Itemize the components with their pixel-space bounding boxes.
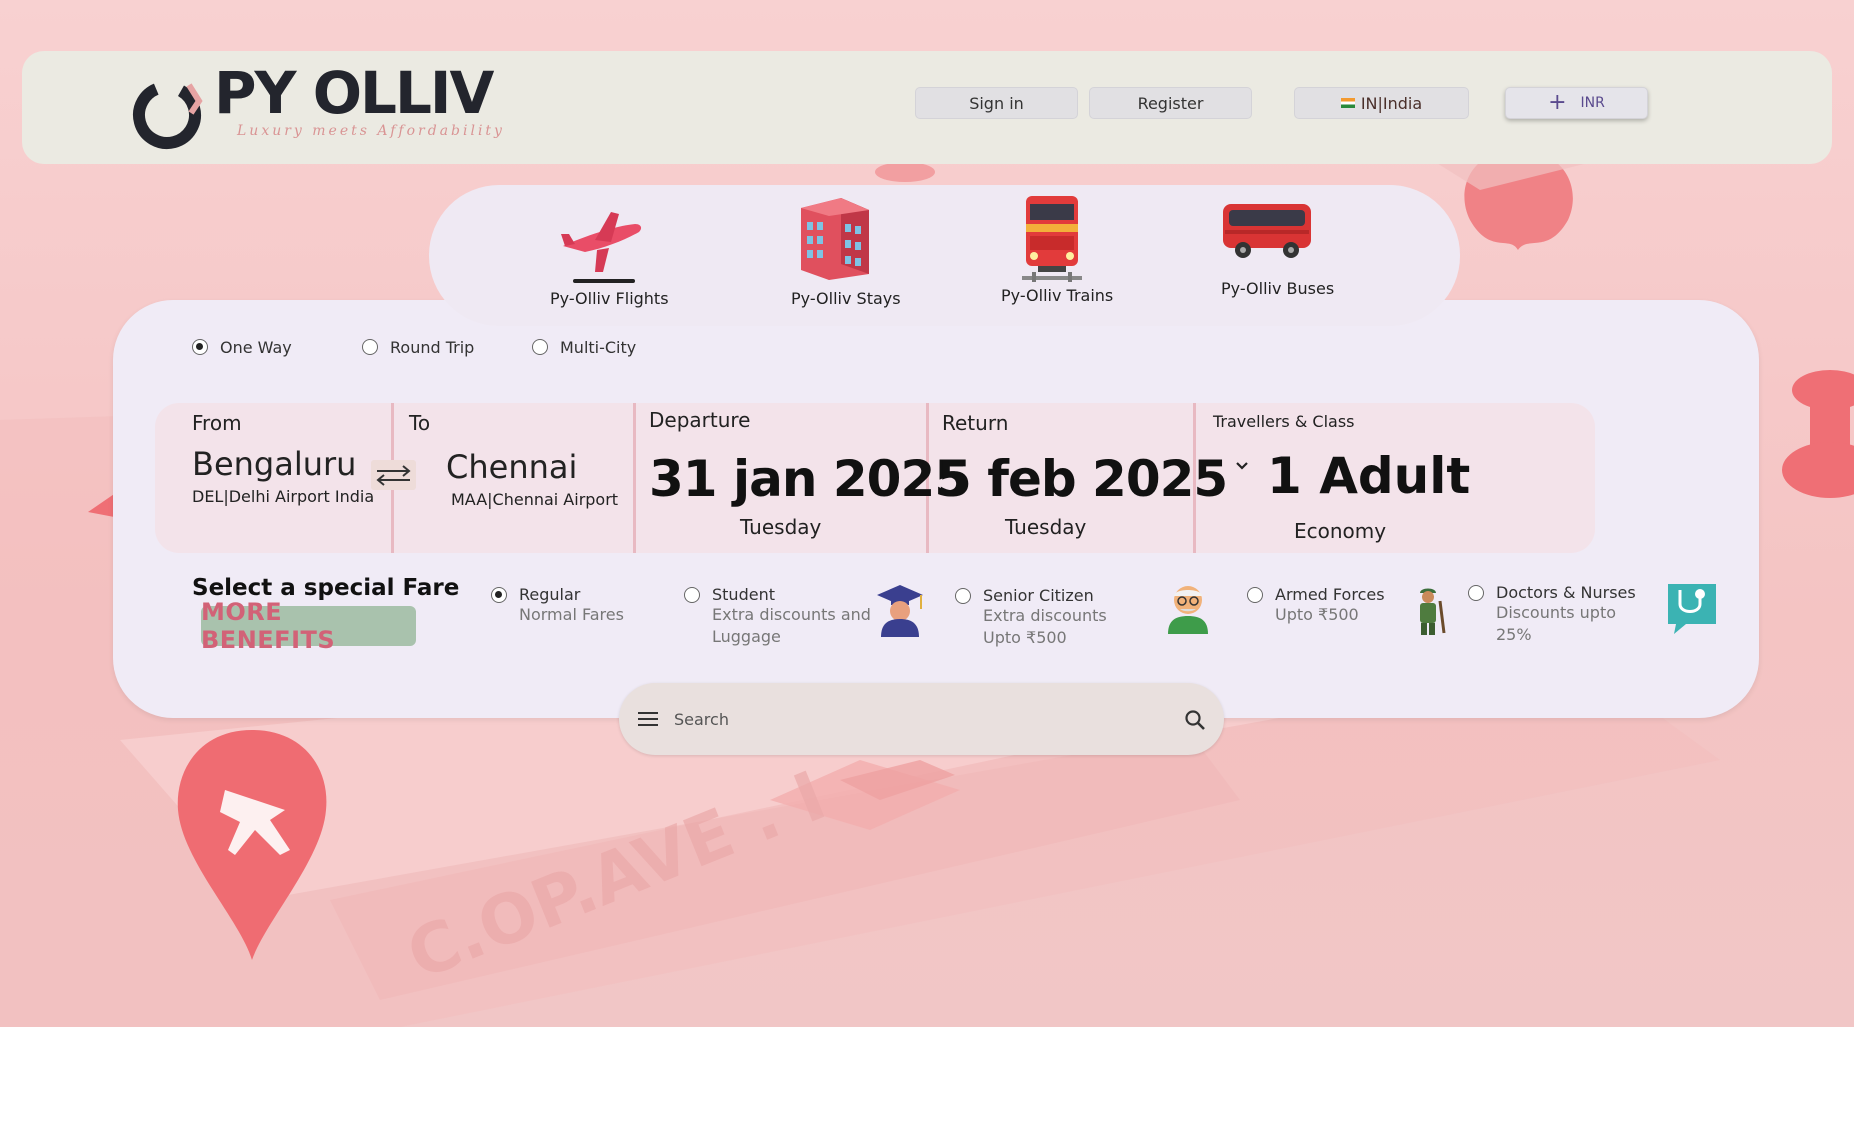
- to-city: Chennai: [446, 448, 578, 486]
- bus-icon: [1223, 204, 1311, 258]
- trip-one-way[interactable]: One Way: [192, 336, 292, 358]
- round-trip-radio[interactable]: [362, 339, 378, 355]
- chevron-down-icon[interactable]: [1234, 460, 1250, 472]
- fare-student-desc: Extra discounts and Luggage: [712, 605, 871, 646]
- fare-doctors-desc: Discounts upto 25%: [1496, 603, 1617, 644]
- brand-logo-icon: [133, 81, 203, 149]
- travellers-value: 1 Adult: [1267, 447, 1471, 505]
- graduate-icon: [877, 585, 923, 637]
- language-selector[interactable]: IN|India: [1294, 87, 1469, 119]
- regular-radio[interactable]: [491, 587, 507, 603]
- divider: [633, 403, 636, 553]
- one-way-radio[interactable]: [192, 339, 208, 355]
- fare-armed-title: Armed Forces: [1275, 585, 1385, 604]
- search-bar: [619, 683, 1224, 755]
- armed-forces-radio[interactable]: [1247, 587, 1263, 603]
- register-button[interactable]: Register: [1089, 87, 1252, 119]
- more-benefits-button[interactable]: MORE BENEFITS: [201, 598, 416, 654]
- service-stays-label: Py-Olliv Stays: [791, 289, 901, 308]
- plus-icon: +: [1548, 90, 1567, 115]
- currency-label: INR: [1580, 95, 1605, 111]
- menu-icon[interactable]: [638, 711, 658, 727]
- one-way-label: One Way: [220, 337, 292, 357]
- fare-regular-title: Regular: [519, 585, 581, 604]
- fare-student-title: Student: [712, 585, 775, 604]
- trip-multi-city[interactable]: Multi-City: [532, 336, 636, 358]
- service-stays[interactable]: Py-Olliv Stays: [780, 192, 905, 310]
- swap-button[interactable]: [371, 460, 416, 490]
- top-header: PY OLLIV Luxury meets Affordability Sign…: [22, 51, 1832, 164]
- service-trains-label: Py-Olliv Trains: [1001, 286, 1114, 305]
- senior-citizen-radio[interactable]: [955, 588, 971, 604]
- fare-doctors-text: Doctors & Nurses Discounts upto 25%: [1496, 583, 1646, 646]
- fare-regular-desc: Normal Fares: [519, 605, 624, 624]
- return-day: Tuesday: [1005, 515, 1087, 539]
- india-flag-icon: [1340, 98, 1355, 108]
- from-airport: DEL|Delhi Airport India: [192, 487, 375, 506]
- service-trains[interactable]: Py-Olliv Trains: [995, 192, 1120, 307]
- swap-arrows-icon: [376, 465, 411, 486]
- fare-senior-title: Senior Citizen: [983, 586, 1094, 605]
- currency-selector[interactable]: + INR: [1505, 87, 1648, 119]
- from-label: From: [192, 411, 242, 435]
- service-buses[interactable]: Py-Olliv Buses: [1215, 198, 1340, 303]
- multi-city-radio[interactable]: [532, 339, 548, 355]
- search-icon[interactable]: [1184, 709, 1206, 731]
- to-label: To: [409, 411, 431, 435]
- soldier-icon: [1420, 588, 1446, 635]
- round-trip-label: Round Trip: [390, 337, 475, 357]
- to-airport: MAA|Chennai Airport: [451, 490, 619, 509]
- fare-armed-forces-text: Armed Forces Upto ₹500: [1275, 585, 1385, 626]
- multi-city-label: Multi-City: [560, 337, 637, 357]
- train-icon: [1022, 196, 1082, 282]
- app-root: C.OP.AVE . I PY OLLIV Luxury meets Affor…: [0, 0, 1854, 1148]
- fare-student-text: Student Extra discounts and Luggage: [712, 585, 872, 648]
- trip-round-trip[interactable]: Round Trip: [362, 336, 474, 358]
- student-radio[interactable]: [684, 587, 700, 603]
- search-input[interactable]: [674, 705, 1154, 733]
- departure-label: Departure: [649, 408, 751, 432]
- airplane-icon: [561, 212, 642, 283]
- fare-doctors-title: Doctors & Nurses: [1496, 583, 1636, 602]
- register-label: Register: [1137, 93, 1204, 113]
- doctors-nurses-radio[interactable]: [1468, 585, 1484, 601]
- fare-armed-desc: Upto ₹500: [1275, 605, 1359, 624]
- travellers-label: Travellers & Class: [1213, 412, 1355, 431]
- from-city: Bengaluru: [192, 445, 357, 483]
- stethoscope-icon: [1668, 584, 1716, 634]
- fare-regular-text: Regular Normal Fares: [519, 585, 624, 626]
- departure-day: Tuesday: [740, 515, 822, 539]
- hotel-icon: [801, 198, 869, 280]
- return-date: 5 feb 2025: [937, 450, 1228, 508]
- service-flights-label: Py-Olliv Flights: [550, 289, 669, 308]
- senior-icon: [1168, 586, 1208, 634]
- fare-senior-citizen-text: Senior Citizen Extra discounts Upto ₹500: [983, 586, 1148, 649]
- sign-in-button[interactable]: Sign in: [915, 87, 1078, 119]
- brand-title: PY OLLIV: [214, 59, 494, 127]
- sign-in-label: Sign in: [969, 93, 1024, 113]
- brand-tagline: Luxury meets Affordability: [237, 123, 505, 139]
- fare-senior-desc: Extra discounts Upto ₹500: [983, 606, 1107, 647]
- service-buses-label: Py-Olliv Buses: [1221, 279, 1335, 298]
- class-value: Economy: [1294, 519, 1387, 543]
- service-flights[interactable]: Py-Olliv Flights: [540, 200, 675, 310]
- return-label: Return: [942, 411, 1009, 435]
- departure-date: 31 jan 2025: [649, 450, 969, 508]
- language-label: IN|India: [1360, 93, 1423, 113]
